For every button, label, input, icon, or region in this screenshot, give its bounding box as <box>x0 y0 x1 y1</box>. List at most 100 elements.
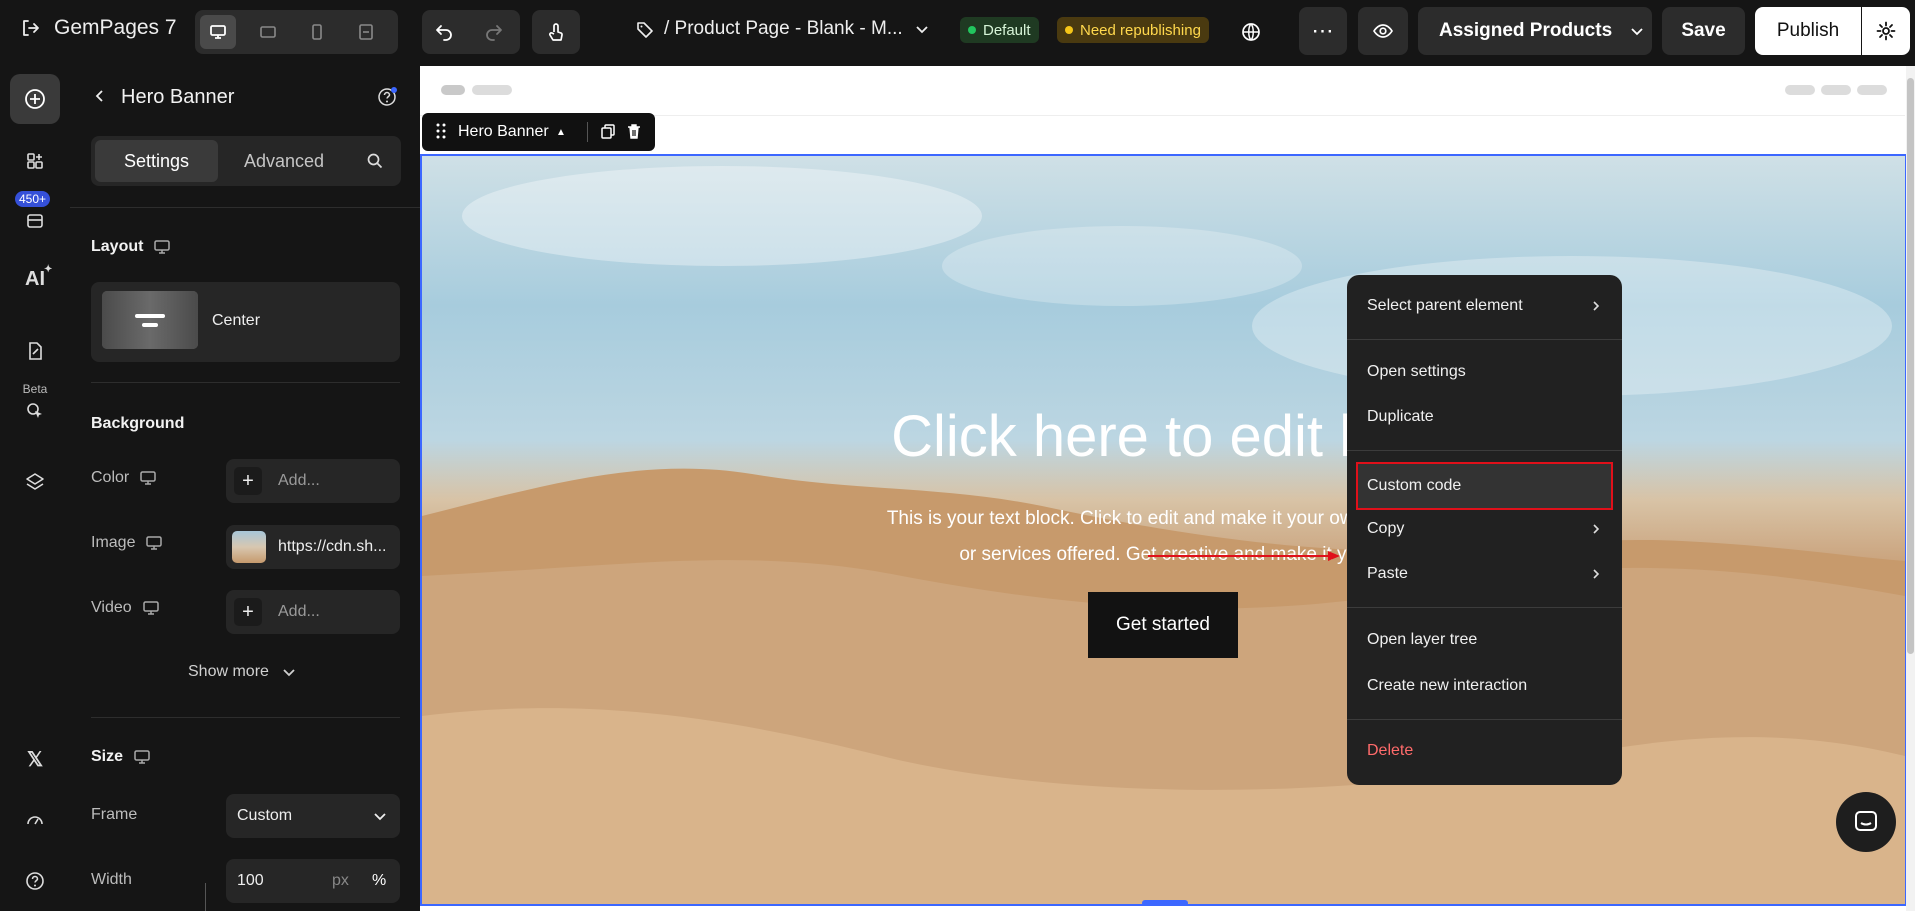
layers-button[interactable] <box>10 457 60 507</box>
tab-advanced[interactable]: Advanced <box>219 140 349 182</box>
scrollbar-thumb[interactable] <box>1907 78 1914 654</box>
layers-icon <box>26 473 44 490</box>
desktop-icon <box>140 471 156 485</box>
menu-divider <box>1347 607 1622 608</box>
preview-button[interactable] <box>1358 7 1408 55</box>
annotation-arrow-icon <box>1148 551 1340 561</box>
desktop-view-button[interactable] <box>200 15 236 49</box>
menu-item-label: Paste <box>1367 565 1408 582</box>
page-selector[interactable]: / Product Page - Blank - M... <box>636 18 931 40</box>
caret-up-icon[interactable]: ▲ <box>556 127 566 138</box>
divider <box>70 207 420 208</box>
video-field[interactable]: + Add... <box>226 590 400 634</box>
back-icon[interactable] <box>92 88 108 104</box>
chevron-right-icon <box>1593 569 1600 579</box>
more-icon: ⋯ <box>1311 18 1335 43</box>
menu-item-create-interaction[interactable]: Create new interaction <box>1367 677 1527 695</box>
drag-handle-icon[interactable] <box>436 123 446 139</box>
tablet-landscape-view-button[interactable] <box>250 15 286 49</box>
gauge-icon <box>27 816 43 825</box>
hero-text-line: This is your text block. Click to edit a… <box>886 508 1441 529</box>
exit-icon[interactable] <box>20 18 40 38</box>
width-input[interactable]: 100 px % <box>226 859 400 903</box>
add-element-button[interactable] <box>10 74 60 124</box>
menu-item-custom-code[interactable]: Custom code <box>1356 462 1613 510</box>
menu-item-delete[interactable]: Delete <box>1367 742 1413 760</box>
trash-icon[interactable] <box>626 123 642 139</box>
assigned-products-dropdown[interactable]: Assigned Products <box>1418 7 1652 55</box>
ai-button[interactable]: AI ✦ <box>10 254 60 304</box>
language-button[interactable] <box>1231 14 1271 50</box>
unit-px[interactable]: px <box>332 872 349 890</box>
custom-view-button[interactable] <box>348 15 384 49</box>
duplicate-icon[interactable] <box>600 123 616 139</box>
panel-title: Hero Banner <box>121 86 235 108</box>
element-toolbar-label[interactable]: Hero Banner <box>458 123 549 141</box>
interaction-button[interactable] <box>532 10 580 54</box>
chevron-down-icon <box>916 26 928 34</box>
beta-feature-button[interactable] <box>10 386 60 436</box>
menu-item-copy[interactable]: Copy <box>1367 520 1622 538</box>
menu-item-label: Copy <box>1367 520 1405 537</box>
search-icon[interactable] <box>366 152 384 170</box>
menu-item-open-settings[interactable]: Open settings <box>1367 363 1466 381</box>
unit-percent[interactable]: % <box>372 872 386 890</box>
video-value: Add... <box>278 603 320 620</box>
speed-button[interactable] <box>10 795 60 845</box>
header-placeholder <box>1785 85 1815 95</box>
width-value: 100 <box>237 872 264 889</box>
desktop-icon <box>142 601 159 615</box>
frame-value: Custom <box>237 807 293 824</box>
plus-icon[interactable]: + <box>234 467 262 495</box>
plus-circle-icon <box>25 89 45 109</box>
sparkle-icon: ✦ <box>44 264 53 275</box>
sections-button[interactable] <box>10 136 60 186</box>
chat-launcher-button[interactable] <box>1836 792 1896 852</box>
redo-icon[interactable] <box>484 22 504 42</box>
hero-banner[interactable]: Click here to edit hea This is your text… <box>420 154 1907 906</box>
help-button[interactable] <box>10 856 60 906</box>
header-placeholder <box>472 85 512 95</box>
frame-label: Frame <box>91 806 138 823</box>
more-button[interactable]: ⋯ <box>1299 7 1347 55</box>
history-controls <box>422 10 520 54</box>
help-icon[interactable] <box>377 87 397 107</box>
status-badge-default: Default <box>960 17 1039 43</box>
publish-button[interactable]: Publish <box>1755 7 1861 55</box>
plus-icon[interactable]: + <box>234 598 262 626</box>
app-logo[interactable]: GemPages 7 <box>20 16 177 40</box>
desktop-icon <box>134 750 150 764</box>
menu-item-duplicate[interactable]: Duplicate <box>1367 408 1434 426</box>
frame-select[interactable]: Custom <box>226 794 400 838</box>
globe-icon <box>1242 23 1260 41</box>
templates-icon <box>27 214 43 228</box>
menu-item-open-layer-tree[interactable]: Open layer tree <box>1367 631 1477 649</box>
tab-settings[interactable]: Settings <box>95 140 218 182</box>
assigned-products-label: Assigned Products <box>1439 20 1613 41</box>
status-badge-republish: Need republishing <box>1057 17 1209 43</box>
divider <box>91 382 400 383</box>
top-bar: GemPages 7 / Product Page - Blank - M... <box>0 0 1915 66</box>
color-row-label: Color <box>91 469 157 487</box>
save-button[interactable]: Save <box>1662 7 1745 55</box>
color-field[interactable]: + Add... <box>226 459 400 503</box>
undo-icon[interactable] <box>434 22 454 42</box>
show-more-button[interactable]: Show more <box>188 663 297 681</box>
settings-panel: Hero Banner Settings Advanced Layout Cen… <box>70 66 420 911</box>
chevron-down-icon <box>1631 28 1643 36</box>
status-dot <box>968 26 976 34</box>
get-started-button[interactable]: Get started <box>1088 592 1238 658</box>
menu-item-select-parent[interactable]: Select parent element <box>1367 297 1622 315</box>
publish-settings-button[interactable] <box>1862 7 1910 55</box>
menu-item-paste[interactable]: Paste <box>1367 565 1622 583</box>
templates-button[interactable] <box>10 196 60 246</box>
layout-selector[interactable]: Center <box>91 282 400 362</box>
context-menu: Select parent element Open settings Dupl… <box>1347 275 1622 785</box>
image-field[interactable]: https://cdn.sh... <box>226 525 400 569</box>
save-label: Save <box>1681 20 1726 41</box>
menu-item-label: Custom code <box>1367 477 1462 494</box>
resize-handle[interactable] <box>1142 900 1188 904</box>
x-button[interactable]: 𝕏 <box>10 734 60 784</box>
mobile-view-button[interactable] <box>299 15 335 49</box>
pages-button[interactable] <box>10 326 60 376</box>
